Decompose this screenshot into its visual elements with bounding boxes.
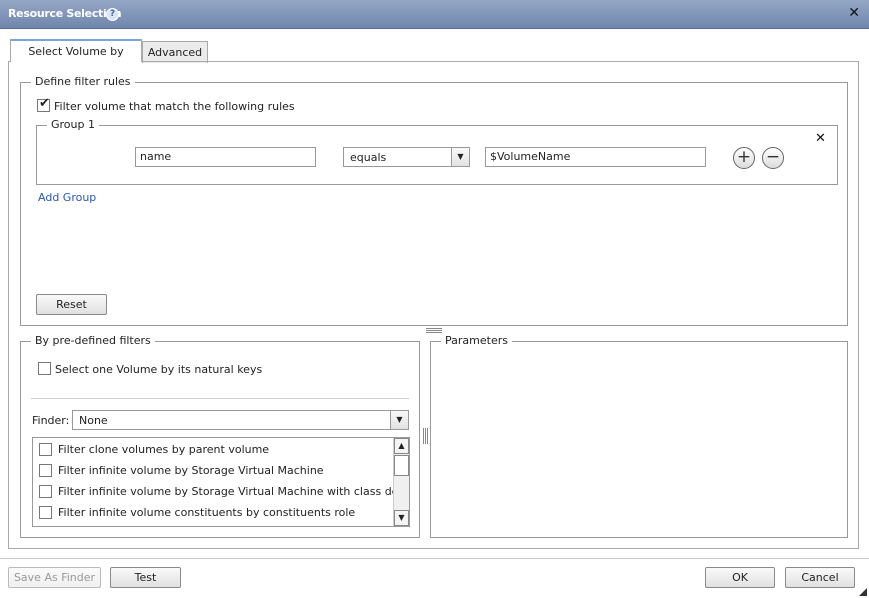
rule-field-input[interactable]: name (135, 147, 316, 167)
parameters-legend: Parameters (441, 335, 512, 347)
rule-value-input[interactable]: $VolumeName (485, 147, 706, 167)
ok-button[interactable]: OK (705, 567, 775, 588)
define-filter-rules-legend: Define filter rules (31, 76, 135, 88)
reset-button[interactable]: Reset (36, 294, 107, 315)
filters-list[interactable]: Filter clone volumes by parent volume Fi… (32, 437, 410, 527)
rule-operator-value: equals (350, 151, 387, 164)
tab-advanced[interactable]: Advanced (142, 41, 208, 63)
scroll-up-icon[interactable]: ▲ (394, 438, 409, 454)
test-button[interactable]: Test (110, 567, 181, 588)
horizontal-splitter-handle[interactable] (426, 328, 442, 333)
rule-operator-select[interactable]: equals ▼ (343, 147, 470, 167)
predefined-filters-section: By pre-defined filters Select one Volume… (20, 335, 420, 538)
dialog-titlebar: Resource Selection ? ✕ (0, 0, 869, 29)
predefined-filters-legend: By pre-defined filters (31, 335, 155, 347)
filter-label: Filter infinite volume by Storage Virtua… (58, 464, 324, 477)
group-1-legend: Group 1 (47, 119, 99, 131)
resize-grip-icon[interactable] (859, 588, 867, 596)
remove-rule-button[interactable]: − (762, 147, 784, 169)
section-divider (31, 398, 409, 399)
finder-label: Finder: (32, 414, 70, 427)
chevron-down-icon[interactable]: ▼ (390, 411, 408, 429)
add-group-link[interactable]: Add Group (38, 191, 96, 204)
list-scrollbar[interactable]: ▲ ▼ (393, 438, 409, 526)
natural-keys-checkbox[interactable] (38, 362, 51, 375)
finder-value: None (79, 414, 108, 427)
define-filter-rules-section: Define filter rules ✔ Filter volume that… (20, 76, 848, 326)
filter-label: Filter infinite volume constituents by c… (58, 506, 356, 519)
filter-checkbox[interactable] (39, 464, 52, 477)
help-icon[interactable]: ? (106, 8, 119, 21)
filter-label: Filter clone volumes by parent volume (58, 443, 270, 456)
filter-label: Filter infinite volume by Storage Virtua… (58, 485, 410, 498)
filter-checkbox[interactable] (39, 485, 52, 498)
natural-keys-label: Select one Volume by its natural keys (55, 363, 263, 376)
vertical-splitter-handle[interactable] (423, 428, 428, 444)
scroll-thumb[interactable] (394, 455, 409, 476)
finder-select[interactable]: None ▼ (72, 410, 409, 430)
filter-volume-checkbox[interactable]: ✔ (37, 96, 50, 112)
filter-checkbox[interactable] (39, 443, 52, 456)
group-1-section: Group 1 ✕ name equals ▼ $VolumeName + − (36, 119, 838, 185)
filter-volume-label: Filter volume that match the following r… (54, 100, 295, 113)
scroll-down-icon[interactable]: ▼ (394, 510, 409, 526)
dialog-title: Resource Selection (8, 7, 122, 20)
tab-select-volume-by[interactable]: Select Volume by (10, 39, 142, 62)
checkmark-icon: ✔ (39, 96, 50, 111)
save-as-finder-button[interactable]: Save As Finder (8, 567, 101, 588)
close-icon[interactable]: ✕ (848, 6, 860, 20)
remove-group-icon[interactable]: ✕ (815, 132, 826, 145)
cancel-button[interactable]: Cancel (785, 567, 855, 588)
footer-divider (0, 558, 869, 559)
parameters-section: Parameters (430, 335, 848, 538)
add-rule-button[interactable]: + (733, 147, 755, 169)
filter-checkbox[interactable] (39, 506, 52, 519)
chevron-down-icon[interactable]: ▼ (451, 148, 469, 166)
